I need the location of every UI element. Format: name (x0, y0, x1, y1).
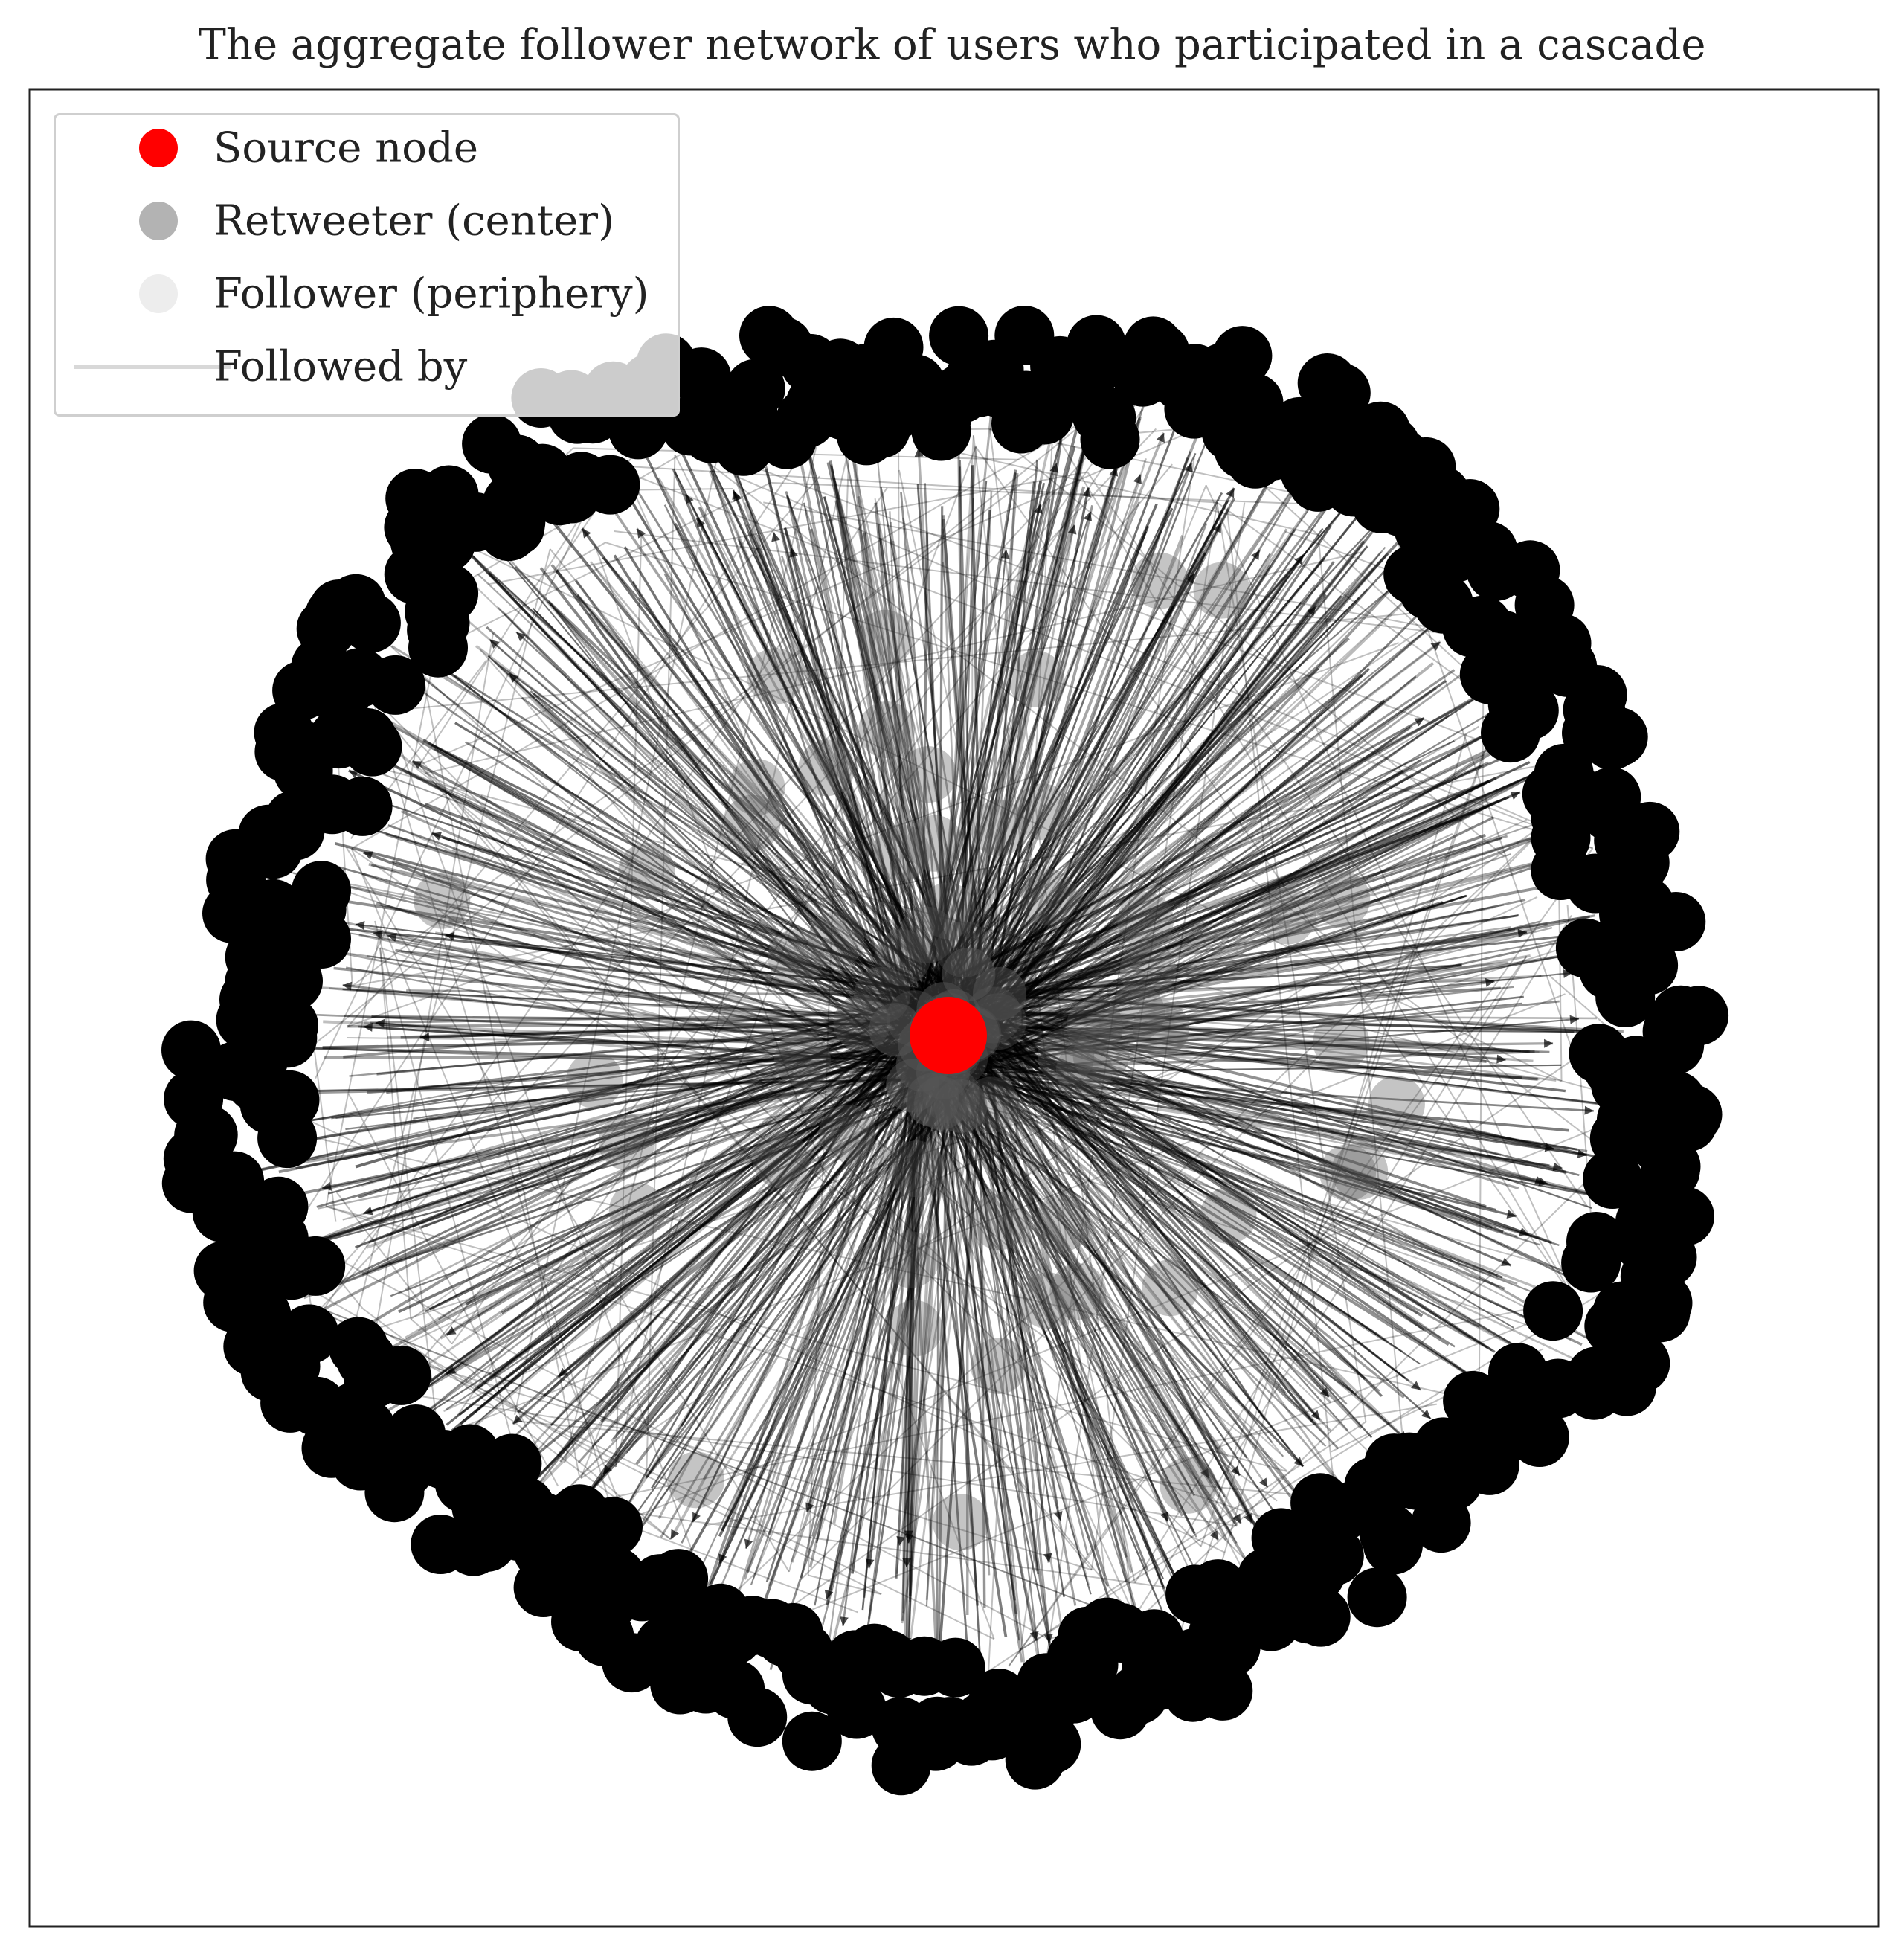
retweeter-node (1021, 869, 1078, 926)
legend-label-edge: Followed by (213, 342, 468, 391)
edge-line-marker (74, 365, 231, 369)
follower-node (580, 455, 640, 515)
source-node (910, 997, 987, 1074)
follower-node (386, 1404, 446, 1464)
follower-node (782, 1711, 842, 1771)
retweeter-node (1313, 1013, 1370, 1070)
retweeter-node (798, 739, 855, 797)
retweeter-node (900, 746, 957, 803)
retweeter-node (1200, 1187, 1257, 1244)
retweeter-node (598, 1114, 655, 1171)
retweeter-node-marker (139, 202, 178, 240)
legend-item-retweeter: Retweeter (center) (56, 191, 678, 251)
retweeter-node (873, 824, 930, 882)
retweeter-node (1368, 1076, 1425, 1133)
follower-node (332, 776, 393, 836)
retweeter-node (882, 1231, 939, 1288)
retweeter-node (753, 1131, 810, 1189)
arrowhead (771, 532, 780, 542)
legend-label-retweeter: Retweeter (center) (213, 196, 614, 245)
follower-node-marker (139, 274, 178, 313)
legend-item-edge: Followed by (56, 337, 678, 396)
retweeter-node (971, 799, 1027, 856)
retweeter-node (1160, 1457, 1217, 1514)
follower-node (1347, 1567, 1407, 1628)
retweeter-node (919, 882, 977, 940)
retweeter-node (1193, 562, 1250, 619)
retweeter-node (747, 648, 804, 705)
retweeter-node (1142, 1259, 1199, 1317)
retweeter-node (728, 759, 785, 816)
retweeter-node (1259, 887, 1316, 945)
retweeter-node (774, 1031, 831, 1088)
retweeter-node (1034, 1195, 1091, 1252)
retweeter-node (886, 1300, 943, 1357)
retweeter-node (888, 1140, 945, 1198)
retweeter-node (857, 609, 914, 667)
follower-node (161, 1020, 221, 1080)
retweeter-node (414, 872, 471, 929)
legend-item-source: Source node (56, 118, 678, 178)
retweeter-node (819, 1104, 876, 1161)
follower-node (292, 861, 351, 921)
retweeter-node (1313, 870, 1371, 928)
retweeter-node (972, 966, 1026, 1021)
retweeter-node (1119, 942, 1177, 999)
follower-node (1582, 710, 1642, 771)
arrowhead (1544, 1038, 1554, 1048)
follower-node (1481, 703, 1540, 763)
retweeter-node (618, 843, 675, 900)
retweeter-node (1131, 552, 1189, 609)
follower-node (1363, 1515, 1423, 1575)
follower-node (1523, 1281, 1583, 1341)
retweeter-node (668, 1451, 725, 1509)
retweeter-node (971, 1338, 1027, 1394)
retweeter-node (1117, 892, 1174, 949)
follower-node (1642, 1001, 1702, 1062)
retweeter-node (1319, 1144, 1377, 1201)
retweeter-node (1049, 1263, 1107, 1320)
follower-node (326, 574, 386, 634)
retweeter-node (1038, 1028, 1095, 1085)
legend-label-source: Source node (213, 123, 478, 173)
arrowhead (1496, 1054, 1506, 1064)
retweeter-node (768, 929, 825, 986)
retweeter-node (566, 1052, 623, 1109)
legend: Source node Retweeter (center) Follower … (54, 113, 680, 417)
source-node-layer (910, 997, 987, 1074)
legend-label-follower: Follower (periphery) (213, 269, 649, 318)
retweeter-node (1008, 650, 1065, 707)
follower-node (1165, 1564, 1226, 1625)
follower-node (411, 1515, 471, 1574)
retweeter-node (608, 1182, 666, 1239)
follower-node (1080, 409, 1140, 469)
arrowhead (1584, 1105, 1594, 1115)
retweeter-node (932, 1494, 989, 1551)
legend-item-follower: Follower (periphery) (56, 264, 678, 324)
follower-node (419, 563, 479, 623)
arrowhead (1258, 1477, 1268, 1488)
source-node-marker (139, 129, 178, 167)
retweeter-node (874, 929, 931, 986)
retweeter-node (971, 1193, 1028, 1250)
arrowhead (1569, 1015, 1580, 1024)
retweeter-node (858, 702, 916, 758)
